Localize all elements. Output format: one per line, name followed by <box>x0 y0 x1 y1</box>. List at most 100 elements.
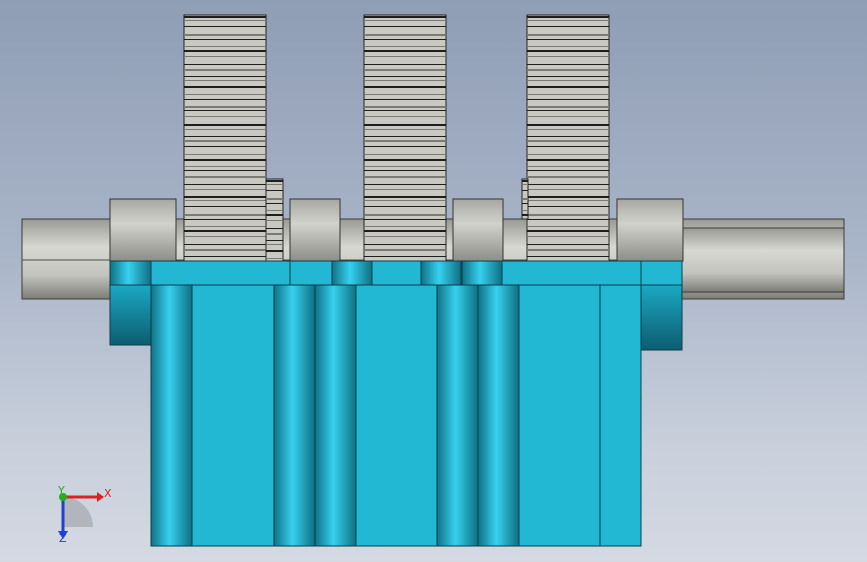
gear-tooth <box>527 256 609 257</box>
gear-tooth <box>266 190 283 191</box>
gear-tooth <box>364 176 446 178</box>
gear-tooth <box>527 69 609 71</box>
gear-tooth <box>522 184 528 185</box>
triad-z-label: Z <box>59 532 67 545</box>
housing-body[interactable] <box>150 284 642 547</box>
gear-tooth <box>364 46 446 47</box>
gear-tooth <box>527 189 609 190</box>
gear-tooth <box>364 16 446 18</box>
gear-tooth <box>527 159 609 161</box>
housing-end-right[interactable] <box>640 284 683 351</box>
gear-tooth <box>527 146 609 147</box>
housing-end-left[interactable] <box>109 284 152 346</box>
gear-tooth <box>184 129 266 130</box>
graphics-viewport[interactable]: X Y Z <box>0 0 867 562</box>
gear-tooth <box>364 94 446 95</box>
gear-tooth <box>184 170 266 171</box>
gear-tooth <box>266 244 283 245</box>
small-gear-2[interactable] <box>521 178 529 220</box>
gear-tooth <box>527 39 609 40</box>
gear-1[interactable] <box>183 14 267 262</box>
gear-tooth <box>364 146 446 147</box>
gear-tooth <box>184 99 266 100</box>
gear-tooth <box>364 230 446 232</box>
gear-tooth <box>364 184 446 185</box>
gear-tooth <box>364 80 446 81</box>
triad-sphere-icon <box>63 497 93 527</box>
gear-tooth <box>527 20 609 21</box>
gear-3[interactable] <box>526 14 610 262</box>
gear-tooth <box>527 170 609 171</box>
gear-tooth <box>527 110 609 111</box>
gear-tooth <box>266 250 283 252</box>
gear-tooth <box>364 219 446 220</box>
gear-tooth <box>527 219 609 220</box>
gear-tooth <box>364 226 446 227</box>
gear-tooth <box>364 34 446 36</box>
gear-tooth <box>184 249 266 251</box>
gear-tooth <box>527 34 609 36</box>
gear-tooth <box>527 249 609 251</box>
gear-tooth <box>266 198 283 200</box>
gear-tooth <box>527 16 609 18</box>
gear-tooth <box>527 80 609 81</box>
gear-tooth <box>184 46 266 47</box>
gear-tooth <box>184 244 266 245</box>
gear-tooth <box>364 64 446 65</box>
gear-tooth <box>184 136 266 137</box>
gear-tooth <box>527 214 609 216</box>
gear-tooth <box>527 136 609 137</box>
gear-tooth <box>266 240 283 241</box>
gear-tooth <box>527 176 609 178</box>
gear-tooth <box>364 116 446 117</box>
gear-tooth <box>364 110 446 111</box>
gear-tooth <box>266 220 283 221</box>
gear-tooth <box>527 230 609 232</box>
gear-tooth <box>184 110 266 111</box>
gear-tooth <box>527 244 609 245</box>
gear-tooth <box>364 256 446 257</box>
gear-tooth <box>184 56 266 57</box>
gear-tooth <box>522 190 528 191</box>
gear-tooth <box>364 76 446 77</box>
gear-tooth <box>184 230 266 232</box>
gear-tooth <box>184 256 266 257</box>
gear-tooth <box>184 154 266 155</box>
gear-tooth <box>364 236 446 237</box>
gear-tooth <box>184 196 266 198</box>
small-gear-1[interactable] <box>265 178 284 262</box>
gear-tooth <box>266 233 283 235</box>
gear-tooth <box>364 39 446 40</box>
gear-tooth <box>184 76 266 77</box>
gear-tooth <box>364 106 446 108</box>
gear-tooth <box>527 64 609 65</box>
gear-tooth <box>364 26 446 27</box>
gear-tooth <box>266 214 283 216</box>
gear-tooth <box>364 196 446 198</box>
gear-tooth <box>184 26 266 27</box>
gear-tooth <box>522 203 528 204</box>
gear-tooth <box>184 226 266 227</box>
cad-model-scene[interactable]: X Y Z <box>0 0 867 562</box>
gear-tooth <box>184 106 266 108</box>
gear-tooth <box>522 214 528 216</box>
housing-top-band[interactable] <box>109 260 683 286</box>
gear-tooth <box>527 46 609 47</box>
gear-tooth <box>184 20 266 21</box>
gear-tooth <box>364 136 446 137</box>
gear-tooth <box>527 129 609 130</box>
gear-tooth <box>364 140 446 142</box>
gear-tooth <box>527 140 609 142</box>
gear-tooth <box>527 116 609 117</box>
gear-2[interactable] <box>363 14 447 262</box>
gear-tooth <box>184 219 266 220</box>
gear-tooth <box>527 86 609 88</box>
gear-tooth <box>364 129 446 130</box>
gear-tooth <box>364 69 446 71</box>
gear-tooth <box>364 200 446 201</box>
gear-tooth <box>184 236 266 237</box>
gear-tooth <box>527 226 609 227</box>
triad-x-label: X <box>104 487 112 500</box>
gear-tooth <box>184 159 266 161</box>
gear-tooth <box>527 94 609 95</box>
